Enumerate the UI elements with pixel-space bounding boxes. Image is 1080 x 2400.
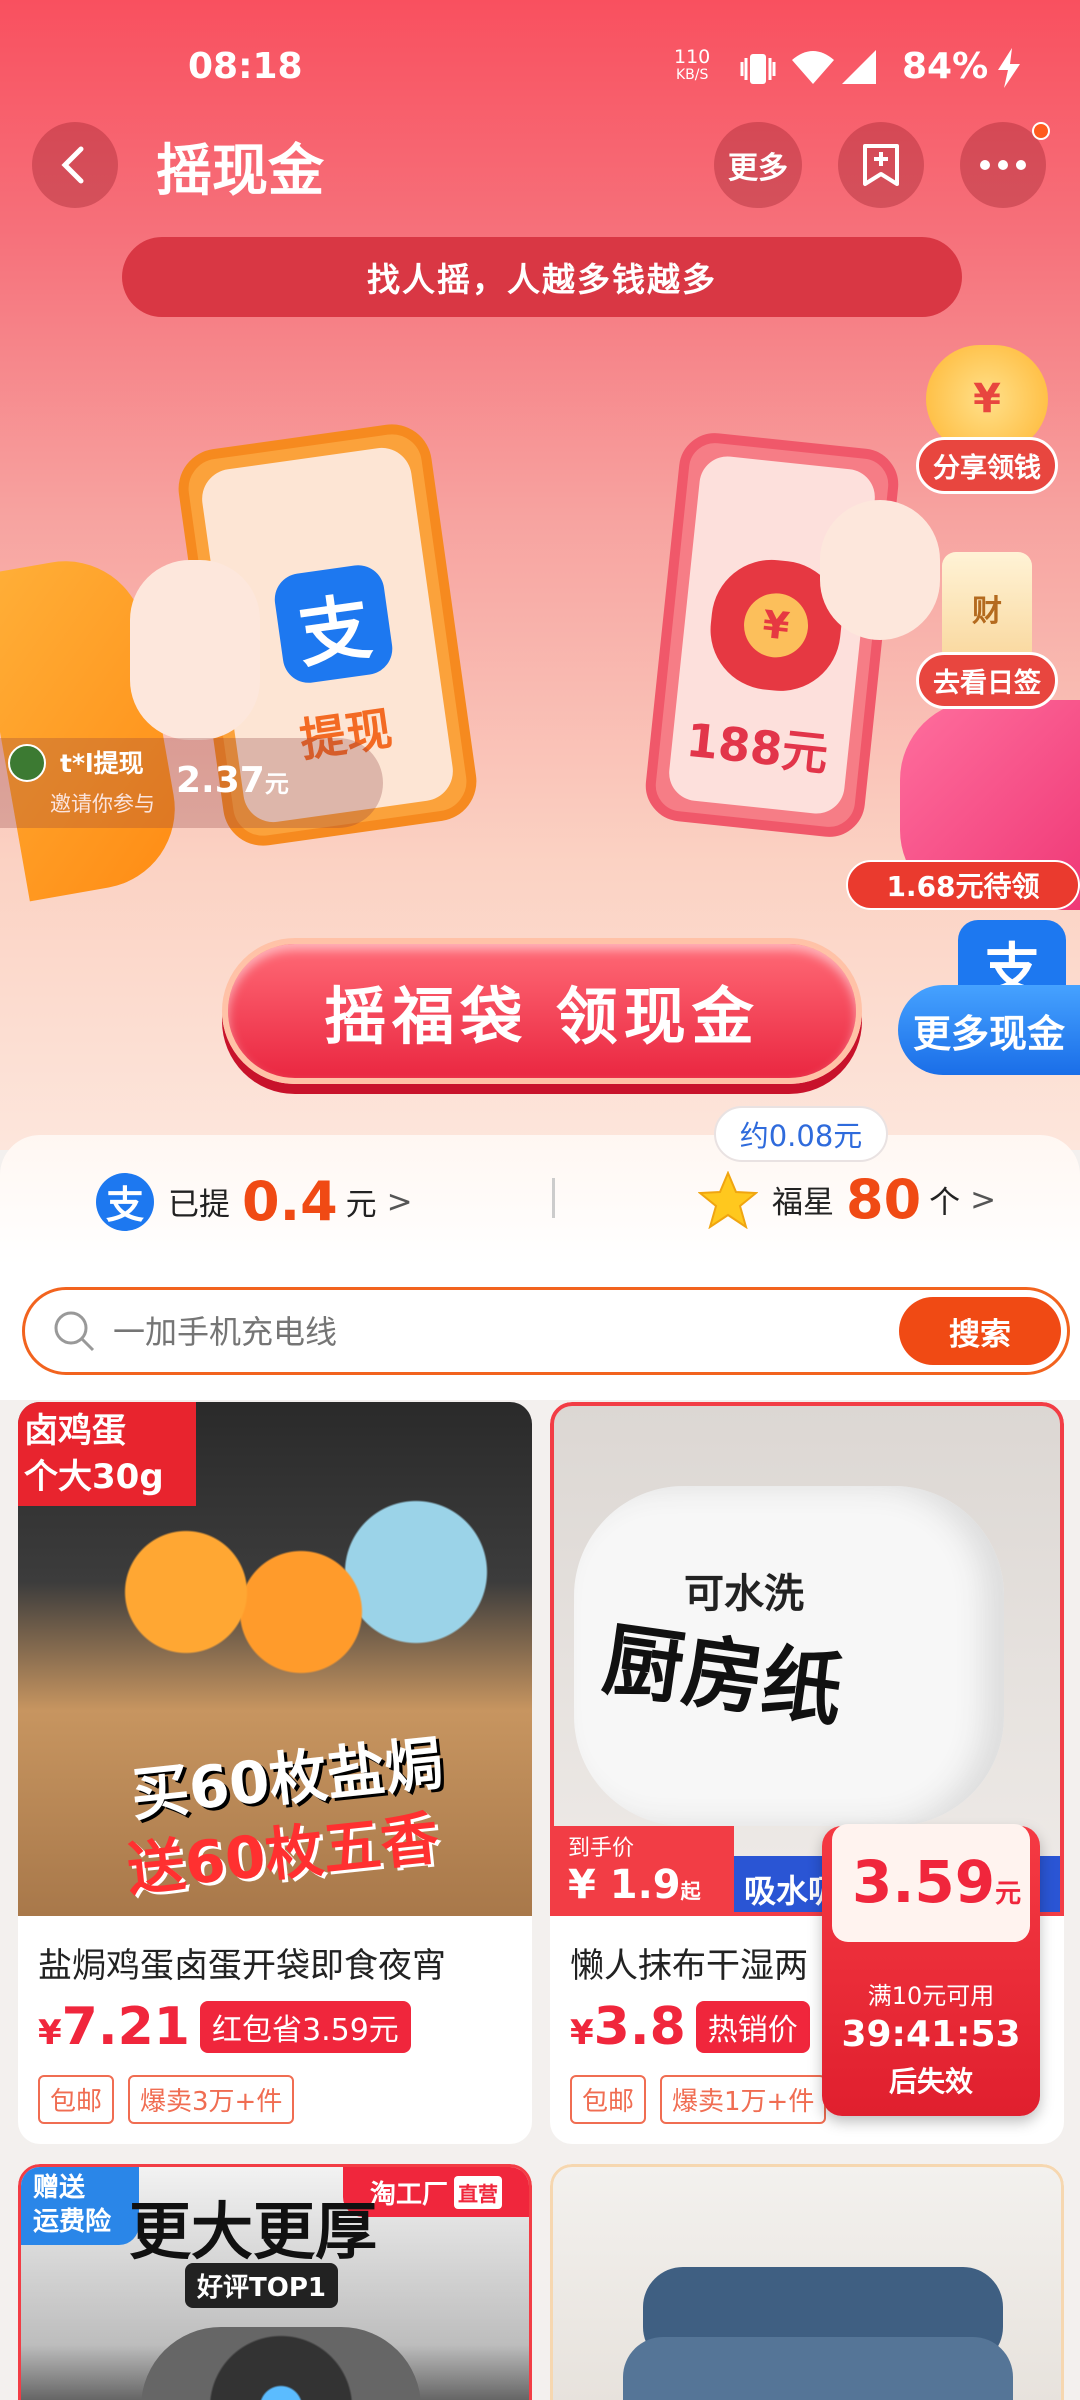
avatar xyxy=(8,744,46,782)
chevron-left-icon xyxy=(61,146,84,184)
product-title: 盐焗鸡蛋卤蛋开袋即食夜宵 xyxy=(38,1946,446,1986)
product-card[interactable]: 卤鸡蛋 个大30g 买60枚盐焗 送60枚五香 盐焗鸡蛋卤蛋开袋即食夜宵 ¥7.2… xyxy=(18,1402,532,2144)
fortune-tag-icon: 财 xyxy=(942,552,1032,664)
product-image: 赠送 运费险 淘工厂 直营 更大更厚 好评TOP1 xyxy=(18,2164,532,2400)
stove-burner xyxy=(141,2327,421,2400)
corner-tag: 卤鸡蛋 个大30g xyxy=(18,1402,196,1506)
search-input[interactable] xyxy=(113,1302,893,1362)
free-shipping-badge: 包邮 xyxy=(570,2075,647,2124)
final-price-label: 到手价 ¥ 1.9起 xyxy=(554,1826,734,1912)
withdrawn-value: 0.4 xyxy=(242,1170,338,1233)
ticker-banner: t*l提现 邀请你参与 2.37元 xyxy=(0,738,383,828)
checkin-widget[interactable]: 财 去看日签 xyxy=(912,552,1062,709)
star-value: 80 xyxy=(846,1168,922,1231)
bookmark-icon xyxy=(863,144,899,186)
share-widget[interactable]: ¥ 分享领钱 xyxy=(912,345,1062,494)
more-text-button[interactable]: 更多 xyxy=(714,122,802,208)
free-shipping-badge: 包邮 xyxy=(38,2075,115,2124)
search-button[interactable]: 搜索 xyxy=(899,1297,1061,1365)
shake-lucky-bag-button[interactable]: 摇福袋 领现金 xyxy=(222,938,862,1084)
product-image: 卤鸡蛋 个大30g 买60枚盐焗 送60枚五香 xyxy=(18,1402,532,1916)
coupon-popup[interactable]: 3.59元 满10元可用 39:41:53 后失效 xyxy=(822,1824,1040,2116)
search-bar: 搜索 xyxy=(22,1287,1070,1375)
status-time: 08:18 xyxy=(188,46,303,87)
alipay-icon: 支 xyxy=(271,561,396,687)
chevron-right-icon: > xyxy=(970,1181,997,1218)
battery-percent: 84% xyxy=(902,46,989,87)
eggs-illustration xyxy=(48,1492,508,1692)
alipay-small-icon: 支 xyxy=(96,1172,154,1231)
product-card[interactable]: 赠送 运费险 淘工厂 直营 更大更厚 好评TOP1 xyxy=(18,2164,532,2400)
left-hand xyxy=(130,560,260,740)
product-price: ¥7.21 xyxy=(38,1997,190,2057)
vibrate-icon xyxy=(740,54,776,84)
lucky-star-stat[interactable]: 福星 80 个 > xyxy=(698,1168,996,1231)
coupon-countdown: 39:41:53 xyxy=(841,2014,1021,2055)
signal-icon xyxy=(842,50,876,84)
sales-badge: 爆卖3万+件 xyxy=(128,2075,295,2124)
wifi-icon xyxy=(792,51,834,84)
hot-price-tag: 热销价 xyxy=(695,2001,810,2053)
red-packet-tag: 红包省3.59元 xyxy=(199,2001,411,2053)
sales-badge: 爆卖1万+件 xyxy=(660,2075,827,2124)
coupon-expire-label: 后失效 xyxy=(888,2065,973,2098)
search-icon xyxy=(54,1311,95,1352)
product-image xyxy=(550,2164,1064,2400)
product-card[interactable] xyxy=(550,2164,1064,2400)
ticker-amount: 2.37元 xyxy=(176,760,289,801)
towel-bottom xyxy=(623,2337,1013,2400)
checkin-label: 去看日签 xyxy=(916,652,1058,709)
more-cash-button[interactable]: 更多现金 xyxy=(898,985,1080,1075)
chevron-right-icon: > xyxy=(386,1183,413,1220)
coupon-amount: 3.59元 xyxy=(852,1848,1022,1916)
bookmark-button[interactable] xyxy=(838,122,924,208)
pending-cash-badge[interactable]: 1.68元待领 xyxy=(846,860,1080,910)
ellipsis-icon xyxy=(980,160,1026,170)
notification-dot xyxy=(1032,122,1050,140)
withdrawn-stat[interactable]: 支 已提 0.4 元 > xyxy=(96,1170,413,1233)
coupon-condition: 满10元可用 xyxy=(867,1982,995,2010)
image-headline: 更大更厚 xyxy=(129,2195,378,2268)
badge-row: 包邮 爆卖3万+件 xyxy=(38,2075,532,2124)
stats-divider xyxy=(552,1178,555,1218)
price-row: ¥7.21 红包省3.59元 xyxy=(38,1997,532,2057)
review-badge: 好评TOP1 xyxy=(185,2263,338,2308)
ticker-user: t*l提现 xyxy=(60,749,144,778)
product-price: ¥3.8 xyxy=(570,1997,686,2057)
charging-icon xyxy=(998,48,1020,88)
share-label: 分享领钱 xyxy=(916,437,1058,494)
invite-banner[interactable]: 找人摇，人越多钱越多 xyxy=(122,237,962,317)
corner-tag: 赠送 运费险 xyxy=(21,2167,139,2245)
star-value-tooltip: 约0.08元 xyxy=(714,1106,888,1162)
net-speed: 110 KB/S xyxy=(674,46,711,84)
star-icon xyxy=(698,1170,758,1229)
back-button[interactable] xyxy=(32,122,118,208)
ticker-sub: 邀请你参与 xyxy=(50,792,155,816)
page-title: 摇现金 xyxy=(156,139,324,204)
